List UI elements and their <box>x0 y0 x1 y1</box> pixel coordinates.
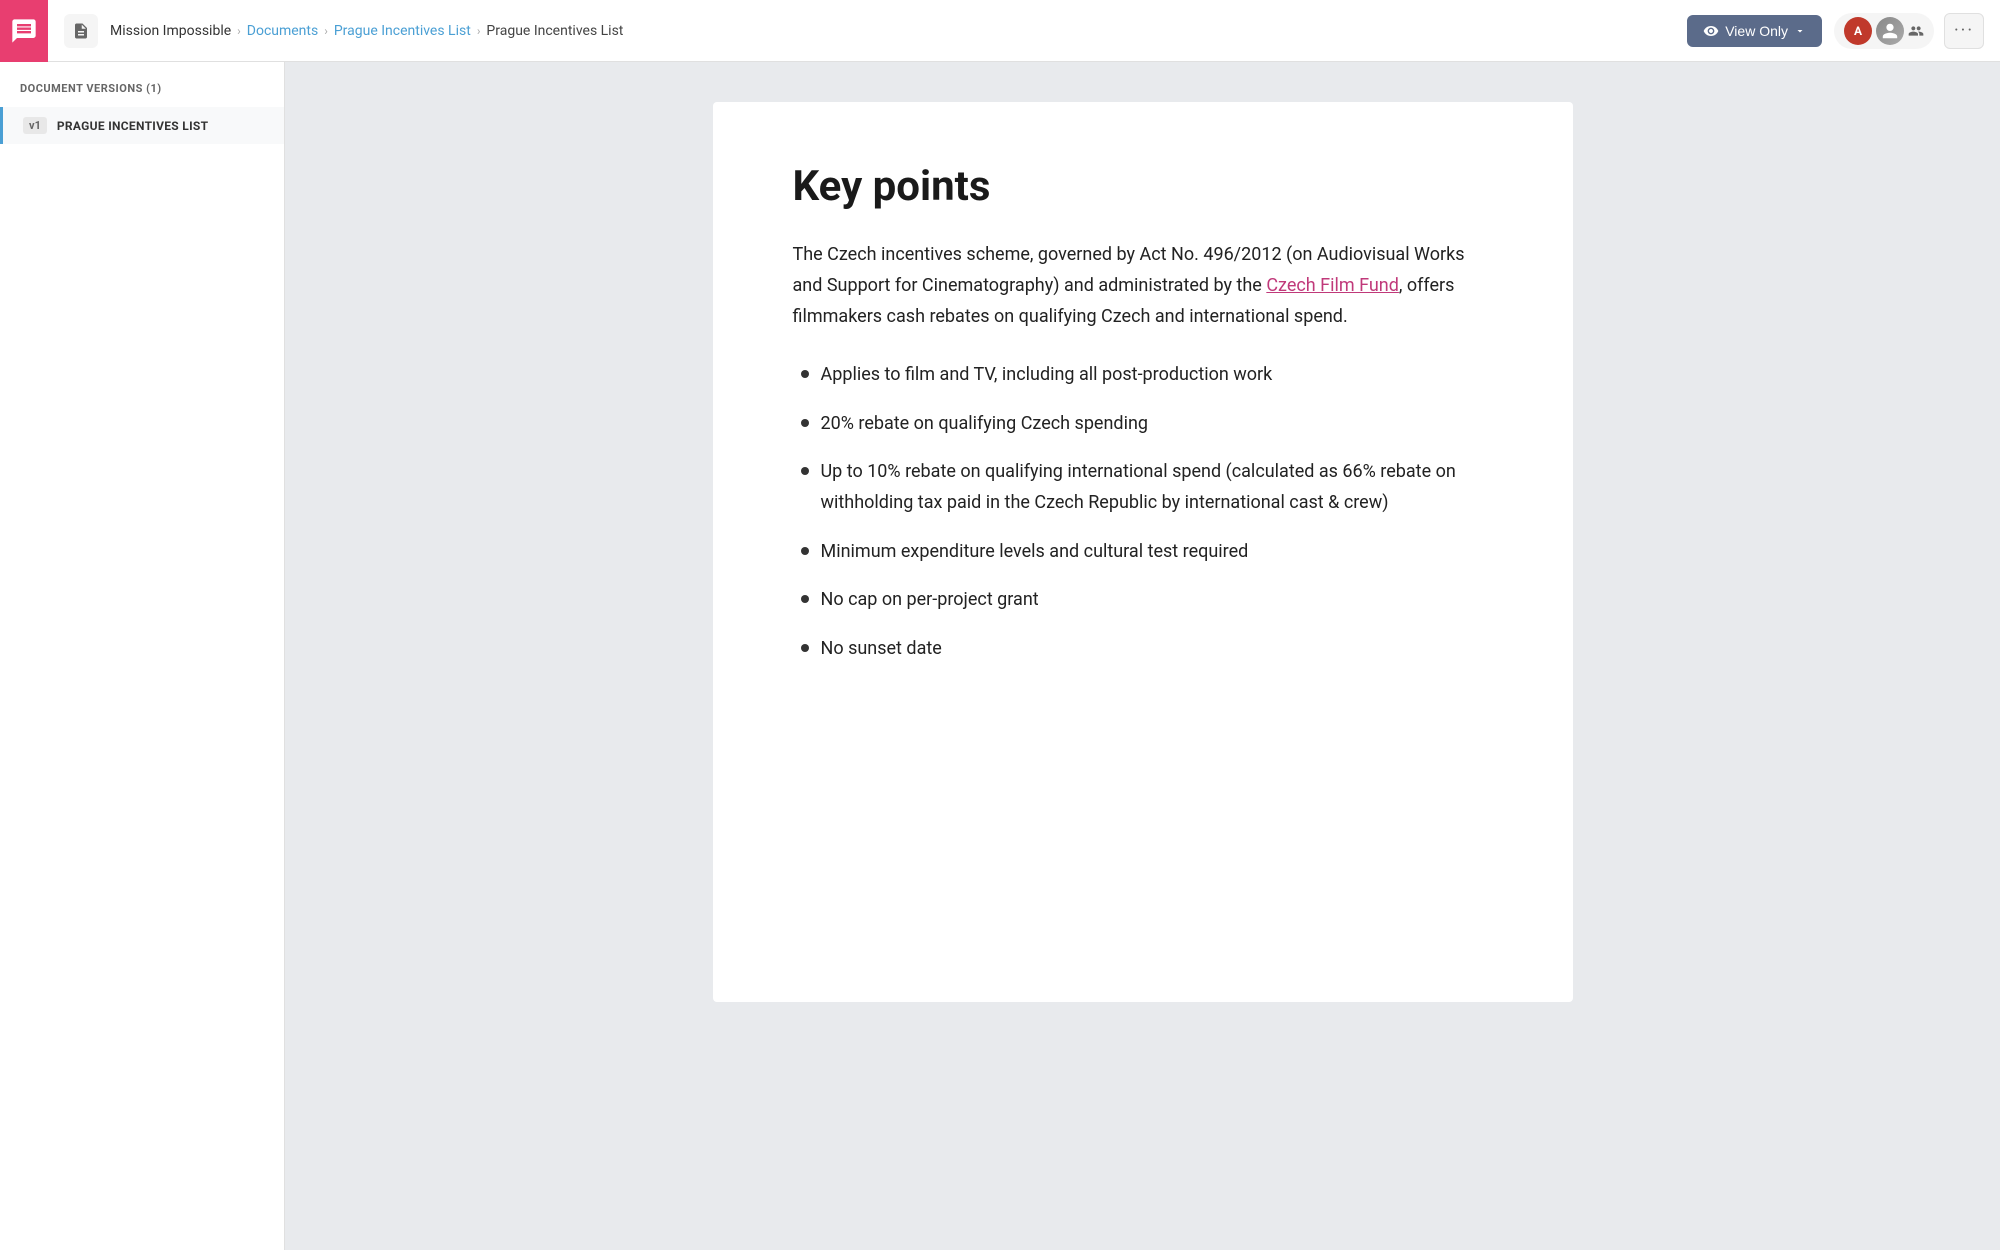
view-only-label: View Only <box>1725 23 1788 39</box>
czech-film-fund-link[interactable]: Czech Film Fund <box>1266 275 1399 296</box>
breadcrumb-project: Mission Impossible <box>110 23 231 39</box>
avatar-initials: A <box>1844 17 1872 45</box>
document-card: Key points The Czech incentives scheme, … <box>713 102 1573 1002</box>
app-icon[interactable] <box>0 0 48 62</box>
bullet-text: 20% rebate on qualifying Czech spending <box>821 409 1493 440</box>
breadcrumb-sep-1: › <box>237 24 241 38</box>
people-icon <box>1908 23 1924 39</box>
bullet-item-1: 20% rebate on qualifying Czech spending <box>793 409 1493 440</box>
eye-icon <box>1703 23 1719 39</box>
document-heading: Key points <box>793 162 1493 212</box>
main-layout: DOCUMENT VERSIONS (1) v1 PRAGUE INCENTIV… <box>0 62 2000 1250</box>
view-only-button[interactable]: View Only <box>1687 15 1822 47</box>
topbar: Mission Impossible › Documents › Prague … <box>0 0 2000 62</box>
topbar-right: A ··· <box>1834 13 1984 49</box>
bullet-dot <box>801 419 809 427</box>
bullet-text: Minimum expenditure levels and cultural … <box>821 537 1493 568</box>
sidebar-item-v1[interactable]: v1 PRAGUE INCENTIVES LIST <box>0 107 284 144</box>
avatar-photo <box>1876 17 1904 45</box>
bullet-item-5: No sunset date <box>793 634 1493 665</box>
breadcrumb-sep-2: › <box>324 24 328 38</box>
content-area: Key points The Czech incentives scheme, … <box>285 62 2000 1250</box>
bullet-item-4: No cap on per-project grant <box>793 585 1493 616</box>
breadcrumb: Mission Impossible › Documents › Prague … <box>110 23 1675 39</box>
breadcrumb-sep-3: › <box>477 24 481 38</box>
version-badge: v1 <box>23 117 47 134</box>
breadcrumb-documents[interactable]: Documents <box>247 23 318 39</box>
bullet-list: Applies to film and TV, including all po… <box>793 360 1493 664</box>
bullet-dot <box>801 644 809 652</box>
bullet-text: Applies to film and TV, including all po… <box>821 360 1493 391</box>
avatar-group: A <box>1834 13 1934 49</box>
bullet-dot <box>801 595 809 603</box>
document-nav-icon[interactable] <box>64 14 98 48</box>
bullet-item-3: Minimum expenditure levels and cultural … <box>793 537 1493 568</box>
bullet-text: Up to 10% rebate on qualifying internati… <box>821 457 1493 518</box>
breadcrumb-current: Prague Incentives List <box>486 23 623 39</box>
bullet-dot <box>801 547 809 555</box>
breadcrumb-sub[interactable]: Prague Incentives List <box>334 23 471 39</box>
chevron-down-icon <box>1794 25 1806 37</box>
sidebar-section-title: DOCUMENT VERSIONS (1) <box>0 82 284 107</box>
document-paragraph: The Czech incentives scheme, governed by… <box>793 240 1493 332</box>
bullet-text: No cap on per-project grant <box>821 585 1493 616</box>
bullet-dot <box>801 370 809 378</box>
more-options-button[interactable]: ··· <box>1944 13 1984 49</box>
bullet-item-2: Up to 10% rebate on qualifying internati… <box>793 457 1493 518</box>
sidebar-item-label: PRAGUE INCENTIVES LIST <box>57 119 208 133</box>
bullet-text: No sunset date <box>821 634 1493 665</box>
bullet-item-0: Applies to film and TV, including all po… <box>793 360 1493 391</box>
sidebar: DOCUMENT VERSIONS (1) v1 PRAGUE INCENTIV… <box>0 62 285 1250</box>
bullet-dot <box>801 467 809 475</box>
